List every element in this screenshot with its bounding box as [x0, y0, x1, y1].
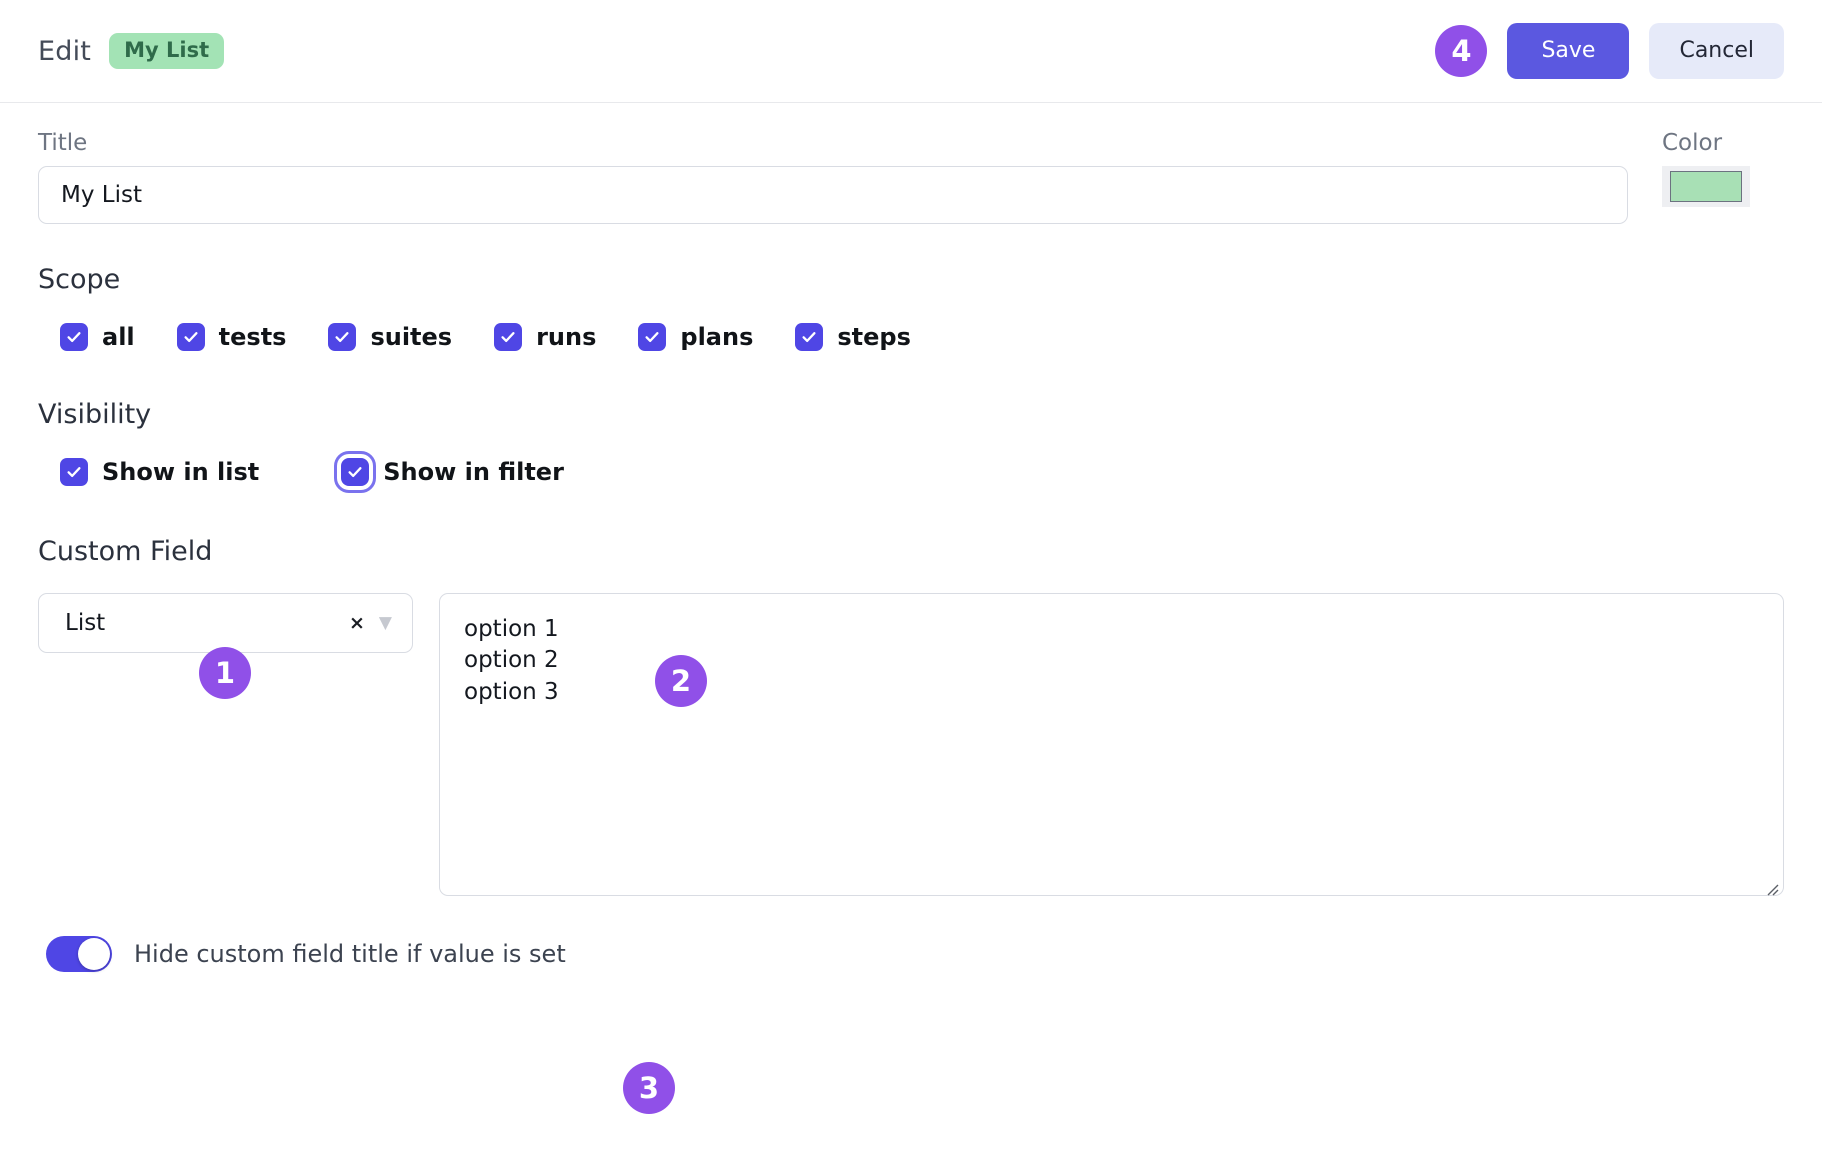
- visibility-checkbox-show-in-list[interactable]: Show in list: [60, 458, 259, 486]
- clear-icon[interactable]: ×: [335, 613, 379, 633]
- custom-field-section: Custom Field List × ▼ option 1 option 2 …: [38, 536, 1784, 900]
- scope-checkbox-label: all: [102, 323, 135, 351]
- title-field-group: Title: [38, 103, 1628, 224]
- scope-checkbox-plans[interactable]: plans: [638, 323, 753, 351]
- scope-checkbox-steps[interactable]: steps: [795, 323, 911, 351]
- color-swatch[interactable]: [1670, 171, 1742, 202]
- header-left: Edit My List: [38, 33, 225, 69]
- page-title: Edit: [38, 35, 92, 67]
- hide-title-toggle-row: Hide custom field title if value is set: [38, 936, 1784, 972]
- app-header: Edit My List 4 Save Cancel: [0, 0, 1822, 103]
- color-field-group: Color: [1628, 103, 1784, 207]
- scope-checkbox-runs[interactable]: runs: [494, 323, 596, 351]
- edit-form-body: Title Color Scope all tests suites runs plan…: [0, 103, 1822, 972]
- custom-field-row: List × ▼ option 1 option 2 option 3: [38, 593, 1784, 900]
- scope-checkbox-label: steps: [837, 323, 911, 351]
- custom-field-options-wrap: option 1 option 2 option 3: [439, 593, 1784, 900]
- checkbox-icon[interactable]: [328, 323, 357, 351]
- visibility-checkbox-show-in-filter[interactable]: Show in filter: [334, 451, 564, 493]
- scope-checkbox-label: suites: [370, 323, 453, 351]
- scope-checkbox-all[interactable]: all: [60, 323, 135, 351]
- scope-heading: Scope: [38, 264, 121, 295]
- checkbox-icon[interactable]: [60, 458, 88, 486]
- visibility-heading: Visibility: [38, 399, 152, 430]
- scope-checkbox-label: tests: [218, 323, 287, 351]
- color-swatch-frame: [1662, 166, 1750, 207]
- scope-section: Scope all tests suites runs plans steps: [38, 264, 1784, 351]
- custom-field-heading: Custom Field: [38, 536, 213, 567]
- title-input[interactable]: [38, 166, 1628, 224]
- visibility-checkbox-label: Show in filter: [383, 458, 564, 486]
- checkbox-icon[interactable]: [494, 323, 523, 351]
- scope-checkbox-label: runs: [536, 323, 597, 351]
- step-badge-1: 1: [199, 647, 251, 699]
- step-badge-2: 2: [655, 655, 707, 707]
- custom-field-type-select[interactable]: List × ▼: [38, 593, 413, 653]
- header-actions: 4 Save Cancel: [1435, 23, 1784, 79]
- visibility-section: Visibility Show in list Show in filter: [38, 399, 1784, 493]
- scope-checkbox-tests[interactable]: tests: [176, 323, 287, 351]
- checkbox-icon[interactable]: [176, 323, 205, 351]
- save-button[interactable]: Save: [1507, 23, 1630, 79]
- checkbox-icon[interactable]: [60, 323, 88, 351]
- checkbox-icon[interactable]: [795, 323, 824, 351]
- custom-field-type-value: List: [65, 610, 106, 636]
- checkbox-icon[interactable]: [334, 451, 377, 493]
- chevron-down-icon[interactable]: ▼: [379, 614, 398, 632]
- scope-checkbox-suites[interactable]: suites: [328, 323, 452, 351]
- color-label: Color: [1662, 130, 1723, 156]
- cancel-button[interactable]: Cancel: [1649, 23, 1784, 79]
- title-color-row: Title Color: [38, 103, 1784, 224]
- toggle-knob: [78, 938, 110, 970]
- title-label: Title: [38, 130, 88, 156]
- visibility-checkbox-label: Show in list: [102, 458, 260, 486]
- custom-field-options-textarea[interactable]: option 1 option 2 option 3: [439, 593, 1784, 896]
- list-name-badge: My List: [109, 33, 225, 69]
- scope-checkbox-label: plans: [680, 323, 754, 351]
- hide-custom-field-title-label: Hide custom field title if value is set: [134, 940, 566, 968]
- hide-custom-field-title-toggle[interactable]: [46, 936, 112, 972]
- visibility-checkbox-row: Show in list Show in filter: [38, 451, 1784, 493]
- checkbox-icon[interactable]: [638, 323, 667, 351]
- step-badge-4: 4: [1435, 25, 1488, 77]
- step-badge-3: 3: [623, 1062, 675, 1114]
- scope-checkbox-row: all tests suites runs plans steps: [38, 323, 1784, 351]
